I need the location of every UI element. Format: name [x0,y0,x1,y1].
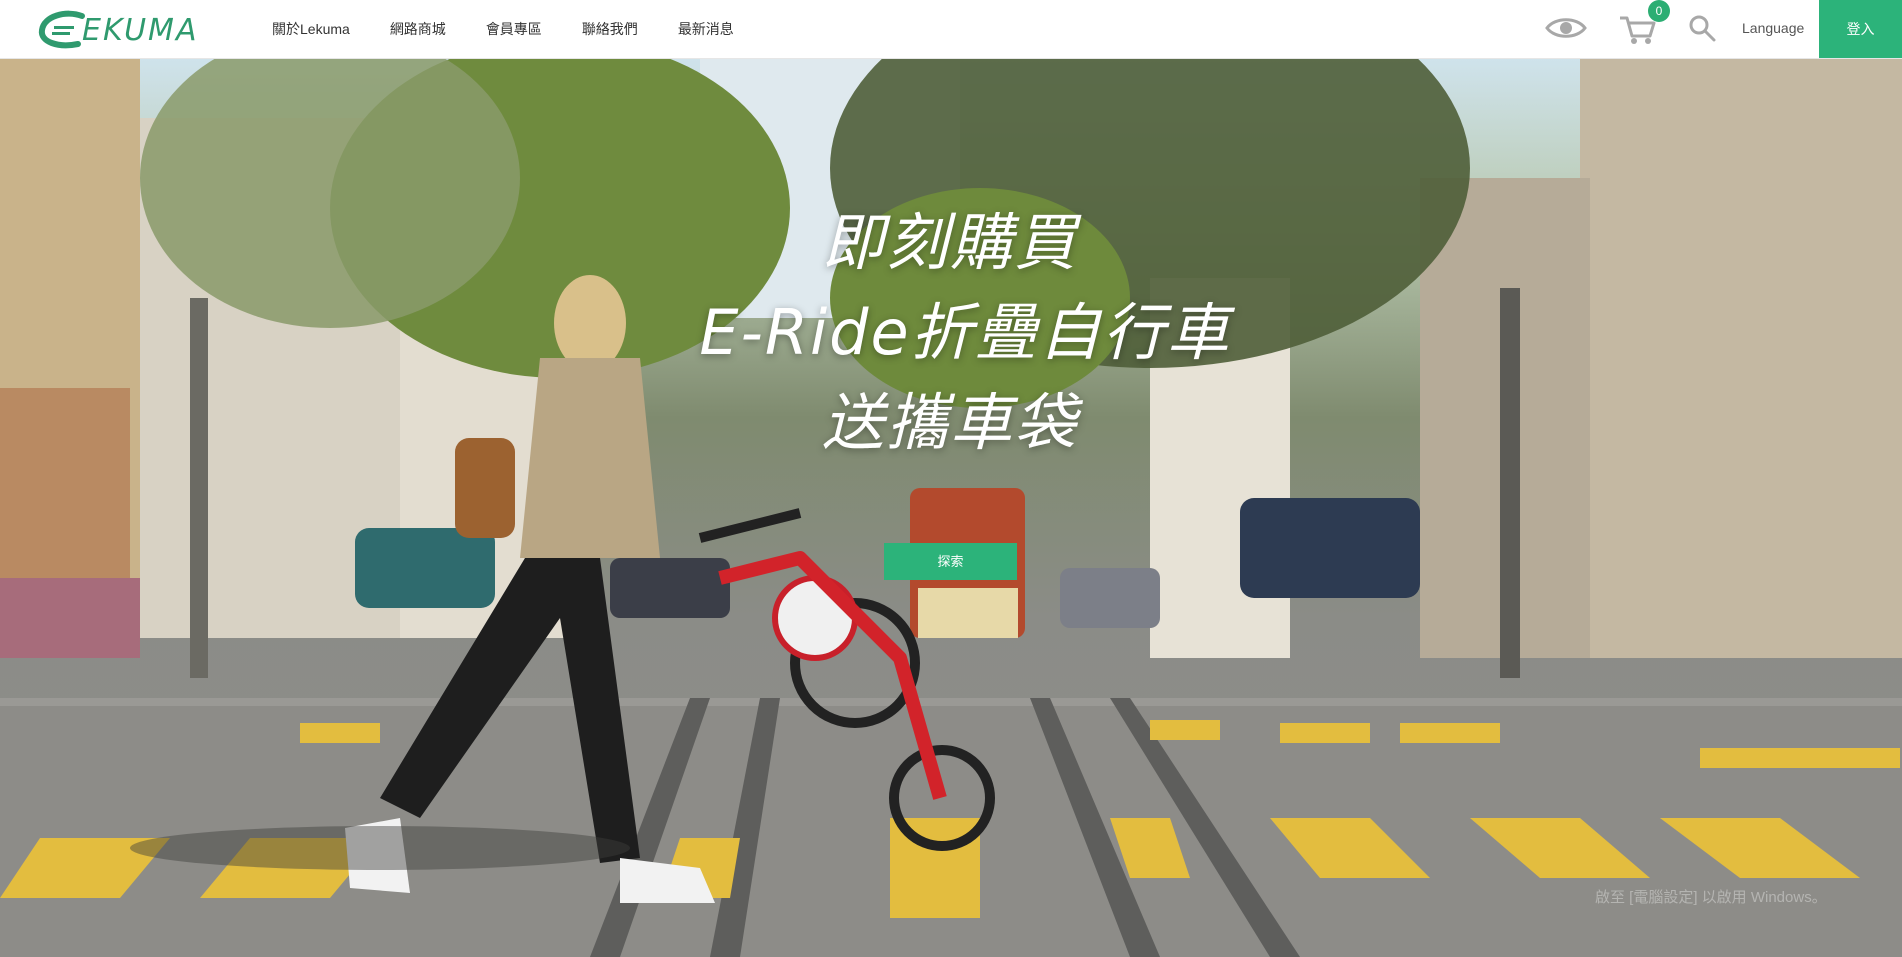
search-icon[interactable] [1688,14,1716,42]
headline-line-1: 即刻購買 [821,206,1078,279]
logo-text: EKUMA [82,12,199,48]
hero-headline: 即刻購買 E-Ride折疊自行車 送攜車袋 [640,198,1260,468]
nav-item-shop[interactable]: 網路商城 [390,19,446,39]
hero-background-photo [0,58,1902,957]
nav-item-contact[interactable]: 聯絡我們 [582,19,638,39]
login-button[interactable]: 登入 [1819,0,1902,58]
activation-watermark: 啟至 [電腦設定] 以啟用 Windows。 [1595,889,1827,906]
nav-item-about[interactable]: 關於Lekuma [272,19,350,39]
language-selector[interactable]: Language [1742,20,1804,36]
eye-icon[interactable] [1545,14,1587,42]
nav-item-news[interactable]: 最新消息 [678,19,734,39]
logo[interactable]: EKUMA [36,8,208,52]
nav-item-members[interactable]: 會員專區 [486,19,542,39]
explore-button[interactable]: 探索 [884,543,1017,580]
headline-line-3: 送攜車袋 [821,386,1078,459]
cart-count-badge: 0 [1648,0,1670,22]
site-header: EKUMA 關於Lekuma 網路商城 會員專區 聯絡我們 最新消息 0 Lan… [0,0,1902,59]
main-nav: 關於Lekuma 網路商城 會員專區 聯絡我們 最新消息 [272,0,734,58]
hero-banner: 即刻購買 E-Ride折疊自行車 送攜車袋 探索 啟至 [電腦設定] 以啟用 W… [0,58,1902,957]
headline-line-2: E-Ride折疊自行車 [699,296,1231,369]
